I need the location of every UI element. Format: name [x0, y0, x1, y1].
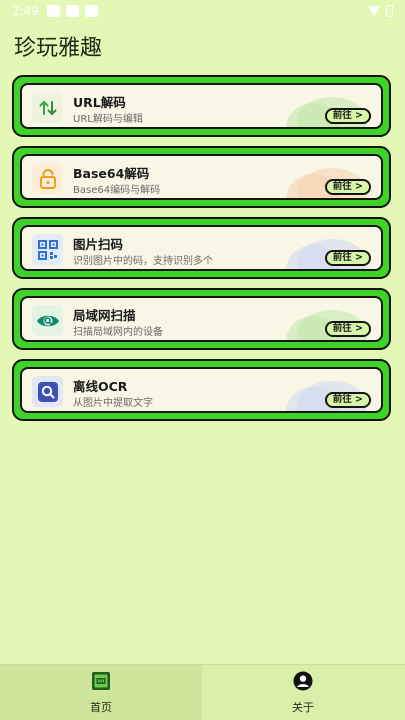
- card-description: URL解码与编辑: [73, 114, 143, 125]
- card-title: 图片扫码: [73, 237, 124, 252]
- tool-list: URL解码 URL解码与编辑 前往 > Base64解码 Base64编码与解码…: [12, 75, 391, 430]
- card-description: 识别图片中的码，支持识别多个: [73, 256, 213, 267]
- nav-item-about[interactable]: 关于: [202, 665, 404, 720]
- qr-code-icon: [32, 234, 63, 265]
- notification-icon: [84, 5, 98, 17]
- card-description: 扫描局域网内的设备: [73, 327, 163, 338]
- swap-arrows-icon: [32, 92, 63, 123]
- card-title: URL解码: [73, 95, 126, 110]
- card-title: 离线OCR: [73, 379, 128, 394]
- page-title: 珍玩雅趣: [14, 36, 103, 61]
- tool-card-base64[interactable]: Base64解码 Base64编码与解码 前往 >: [12, 146, 391, 208]
- nav-label: 首页: [90, 701, 112, 714]
- card-body: URL解码 URL解码与编辑 前往 >: [20, 83, 383, 129]
- notification-icon: [65, 5, 79, 17]
- card-body: Base64解码 Base64编码与解码 前往 >: [20, 154, 383, 200]
- lock-icon: [32, 163, 63, 194]
- card-body: 局域网扫描 扫描局域网内的设备 前往 >: [20, 296, 383, 342]
- card-body: 离线OCR 从图片中提取文字 前往 >: [20, 367, 383, 413]
- go-button[interactable]: 前往 >: [324, 250, 371, 266]
- status-time: 2:49: [12, 4, 39, 18]
- tool-card-qr-scan[interactable]: 图片扫码 识别图片中的码，支持识别多个 前往 >: [12, 217, 391, 279]
- nav-label: 关于: [292, 701, 314, 714]
- eye-scan-icon: [32, 305, 63, 336]
- person-icon: [293, 671, 313, 695]
- go-button[interactable]: 前往 >: [324, 179, 371, 195]
- wifi-icon: [368, 6, 380, 16]
- battery-icon: [386, 5, 393, 17]
- card-description: Base64编码与解码: [73, 185, 161, 196]
- tool-card-offline-ocr[interactable]: 离线OCR 从图片中提取文字 前往 >: [12, 359, 391, 421]
- card-description: 从图片中提取文字: [73, 398, 153, 409]
- bottom-navigation: 首页 关于: [0, 664, 405, 720]
- status-bar: 2:49: [0, 0, 405, 22]
- home-icon: [91, 671, 111, 695]
- tool-card-lan-scan[interactable]: 局域网扫描 扫描局域网内的设备 前往 >: [12, 288, 391, 350]
- card-title: Base64解码: [73, 166, 150, 181]
- card-body: 图片扫码 识别图片中的码，支持识别多个 前往 >: [20, 225, 383, 271]
- go-button[interactable]: 前往 >: [324, 321, 371, 337]
- tool-card-url[interactable]: URL解码 URL解码与编辑 前往 >: [12, 75, 391, 137]
- nav-item-home[interactable]: 首页: [0, 665, 202, 720]
- go-button[interactable]: 前往 >: [324, 108, 371, 124]
- notification-icon: [46, 5, 60, 17]
- card-title: 局域网扫描: [73, 308, 136, 323]
- go-button[interactable]: 前往 >: [324, 392, 371, 408]
- search-image-icon: [32, 376, 63, 407]
